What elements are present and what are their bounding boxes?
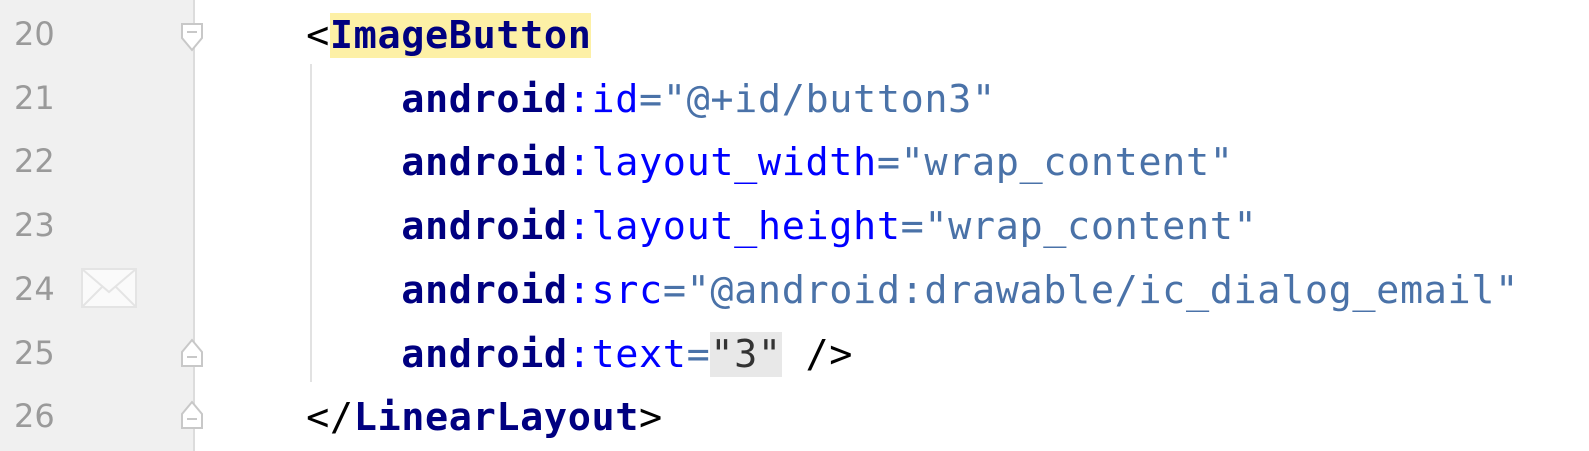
line-number: 23 [14,206,55,244]
line-number: 26 [14,397,55,435]
attr-value: "wrap_content" [900,140,1234,185]
email-icon[interactable] [81,268,137,308]
attr-value: "@android:drawable/ic_dialog_email" [686,268,1519,313]
tag-name: LinearLayout [353,395,640,440]
code-text[interactable]: android:src="@android:drawable/ic_dialog… [211,268,1519,313]
attr-namespace: android [401,268,568,313]
code-text[interactable]: android:id="@+id/button3" [211,77,996,122]
attr-value: "wrap_content" [924,204,1258,249]
line-number: 25 [14,334,55,372]
attr-namespace: android [401,140,568,185]
attr-value-selected: "3" [710,332,782,377]
attr-value: "@+id/button3" [662,77,996,122]
tag-bracket: > [639,395,663,440]
code-line-26[interactable]: 26 </LinearLayout> [0,385,1589,449]
equals: = [900,204,925,249]
line-number: 22 [14,142,55,180]
code-line-23[interactable]: 23 android:layout_height="wrap_content" [0,194,1589,258]
fold-end-icon[interactable] [180,338,204,368]
attr-name: :layout_height [567,204,901,249]
code-text[interactable]: </LinearLayout> [211,395,663,440]
equals: = [686,332,711,377]
equals: = [876,140,901,185]
attr-namespace: android [401,332,568,377]
tag-end: /> [781,332,854,377]
code-line-20[interactable]: 20 <ImageButton [0,3,1589,67]
equals: = [662,268,687,313]
code-text[interactable]: android:text="3" /> [211,332,853,377]
attr-name: :layout_width [567,140,877,185]
code-text[interactable]: android:layout_height="wrap_content" [211,204,1257,249]
code-line-21[interactable]: 21 android:id="@+id/button3" [0,67,1589,131]
code-line-25[interactable]: 25 android:text="3" /> [0,322,1589,386]
code-text[interactable]: <ImageButton [211,13,592,58]
line-number: 21 [14,79,55,117]
line-number: 24 [14,270,55,308]
attr-name: :id [567,77,640,122]
fold-collapse-icon[interactable] [180,22,204,52]
tag-bracket: </ [306,395,354,440]
equals: = [639,77,663,122]
tag-name: ImageButton [329,13,592,58]
attr-namespace: android [401,77,568,122]
code-line-24[interactable]: 24 android:src="@android:drawable/ic_dia… [0,258,1589,322]
code-line-22[interactable]: 22 android:layout_width="wrap_content" [0,130,1589,194]
line-number: 20 [14,15,55,53]
tag-bracket: < [306,13,330,58]
fold-end-icon[interactable] [180,400,204,430]
code-text[interactable]: android:layout_width="wrap_content" [211,140,1234,185]
attr-name: :src [567,268,663,313]
attr-name: :text [567,332,687,377]
attr-namespace: android [401,204,568,249]
